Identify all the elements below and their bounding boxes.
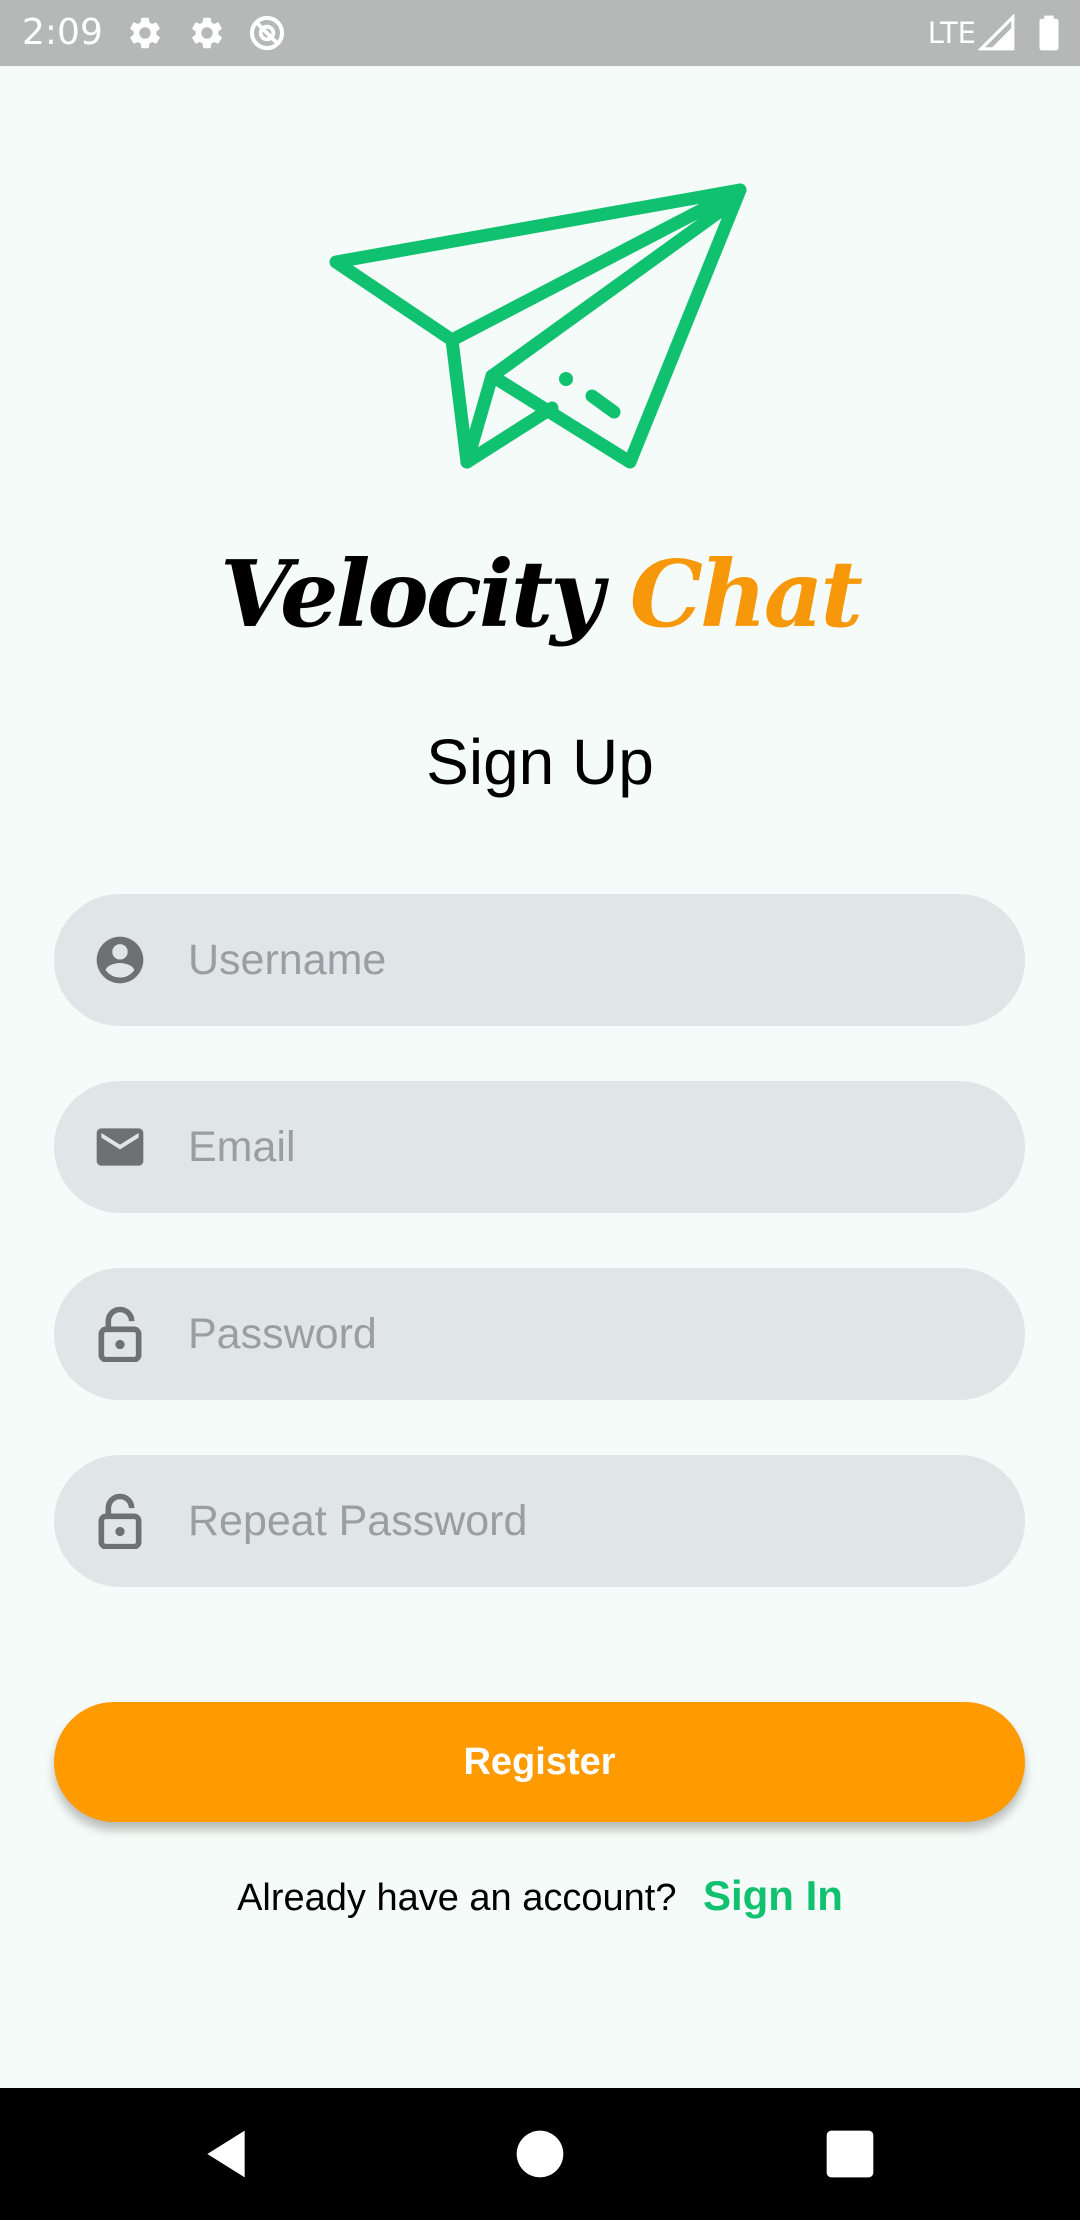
app-name-part2: Chat xyxy=(629,540,863,648)
register-button[interactable]: Register xyxy=(54,1702,1025,1822)
mail-icon xyxy=(96,1128,144,1166)
home-icon[interactable] xyxy=(512,2126,568,2182)
gear-icon xyxy=(130,17,160,49)
signin-row: Already have an account? Sign In xyxy=(0,1868,1080,1934)
status-time: 2:09 xyxy=(22,12,103,53)
email-input[interactable] xyxy=(188,1081,988,1213)
network-type: LTE xyxy=(927,16,976,50)
lock-icon xyxy=(98,1493,142,1549)
app-name-part1: Velocity xyxy=(220,540,604,648)
gear-icon xyxy=(192,17,222,49)
battery-icon xyxy=(1039,15,1059,51)
repeat-password-input[interactable] xyxy=(188,1455,988,1587)
status-bar: 2:09 LTE xyxy=(0,0,1080,66)
signin-prompt: Already have an account? xyxy=(237,1877,677,1919)
recents-icon[interactable] xyxy=(822,2126,878,2182)
do-not-disturb-icon xyxy=(249,15,285,51)
signal-icon xyxy=(978,14,1015,51)
navigation-bar xyxy=(0,2088,1080,2220)
email-field[interactable] xyxy=(54,1081,1025,1213)
password-input[interactable] xyxy=(188,1268,988,1400)
username-field[interactable] xyxy=(54,894,1025,1026)
sign-up-screen: 2:09 LTE Velocity Chat Sign Up Username … xyxy=(0,0,1080,2220)
username-input[interactable] xyxy=(188,894,988,1026)
password-field[interactable] xyxy=(54,1268,1025,1400)
repeat-password-field[interactable] xyxy=(54,1455,1025,1587)
lock-icon xyxy=(98,1306,142,1362)
back-icon[interactable] xyxy=(198,2126,254,2182)
sign-in-link[interactable]: Sign In xyxy=(703,1872,843,1919)
page-title: Sign Up xyxy=(426,726,654,798)
app-name: Velocity Chat xyxy=(0,548,1080,640)
paper-plane-icon xyxy=(329,183,747,469)
person-icon xyxy=(96,936,144,984)
